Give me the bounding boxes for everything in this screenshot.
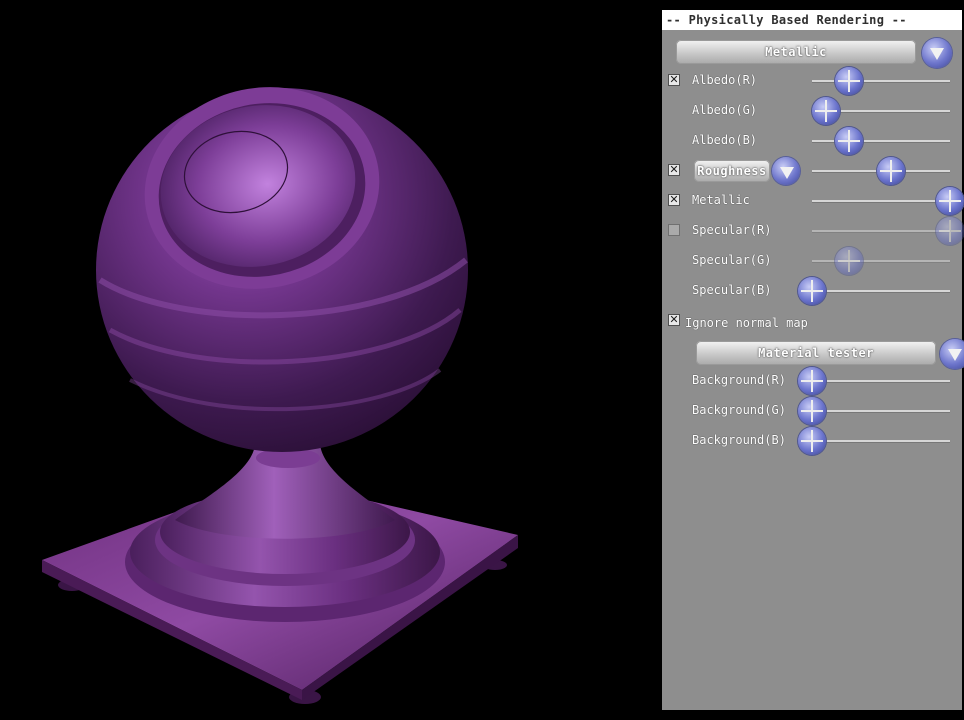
material-dropdown-arrow-icon[interactable] [922,38,952,68]
roughness-checkbox[interactable]: ✕ [668,164,680,176]
panel-title[interactable]: -- Physically Based Rendering -- [662,10,962,30]
specular-b-slider-thumb[interactable] [798,277,826,305]
specular-g-slider-thumb[interactable] [835,247,864,275]
specular-g-slider-track[interactable] [812,260,950,262]
specular-b-slider-track[interactable] [812,290,950,292]
pbr-settings-panel: -- Physically Based Rendering -- Metalli… [662,10,964,710]
background-g-label: Background(G) [692,403,786,417]
albedo-r-slider-track[interactable] [812,80,950,82]
background-r-slider-thumb[interactable] [798,367,826,395]
background-b-slider[interactable] [798,426,950,456]
albedo-r-slider-thumb[interactable] [835,67,864,95]
albedo-g-slider[interactable] [811,96,950,126]
material-type-dropdown[interactable]: Metallic [676,40,916,64]
albedo-b-label: Albedo(B) [692,133,758,147]
specular-b-slider[interactable] [798,276,950,306]
render-viewport[interactable] [0,0,660,720]
albedo-g-slider-thumb[interactable] [811,97,840,125]
background-r-slider[interactable] [798,366,950,396]
metallic-slider-thumb[interactable] [936,187,964,215]
specular-g-label: Specular(G) [692,253,772,267]
specular-g-slider[interactable] [812,246,950,276]
background-b-label: Background(B) [692,433,786,447]
background-g-slider[interactable] [798,396,950,426]
ignore-normal-map-checkbox[interactable]: ✕ [668,314,680,326]
specular-r-slider-thumb[interactable] [936,217,964,245]
background-b-slider-thumb[interactable] [798,427,826,455]
metallic-checkbox[interactable]: ✕ [668,194,680,206]
background-g-slider-track[interactable] [812,410,950,412]
background-r-label: Background(R) [692,373,786,387]
roughness-slider[interactable] [812,156,950,186]
albedo-r-label: Albedo(R) [692,73,758,87]
roughness-slider-thumb[interactable] [876,157,905,185]
albedo-g-label: Albedo(G) [692,103,758,117]
specular-r-slider[interactable] [812,216,964,246]
specular-r-slider-track[interactable] [812,230,950,232]
background-g-slider-thumb[interactable] [798,397,826,425]
ignore-normal-map-label: Ignore normal map [685,316,808,330]
metallic-label: Metallic [692,193,750,207]
scene-dropdown[interactable]: Material tester [696,341,936,365]
specular-b-label: Specular(B) [692,283,772,297]
albedo-r-slider[interactable] [812,66,950,96]
background-b-slider-track[interactable] [812,440,950,442]
specular-r-checkbox[interactable] [668,224,680,236]
roughness-dropdown-arrow-icon[interactable] [772,157,800,185]
albedo-r-checkbox[interactable]: ✕ [668,74,680,86]
albedo-b-slider[interactable] [812,126,950,156]
background-r-slider-track[interactable] [812,380,950,382]
roughness-map-dropdown[interactable]: Roughness [694,160,770,182]
specular-r-label: Specular(R) [692,223,772,237]
albedo-b-slider-track[interactable] [812,140,950,142]
metallic-slider[interactable] [812,186,964,216]
albedo-b-slider-thumb[interactable] [835,127,864,155]
metallic-slider-track[interactable] [812,200,950,202]
scene-dropdown-arrow-icon[interactable] [940,339,964,369]
